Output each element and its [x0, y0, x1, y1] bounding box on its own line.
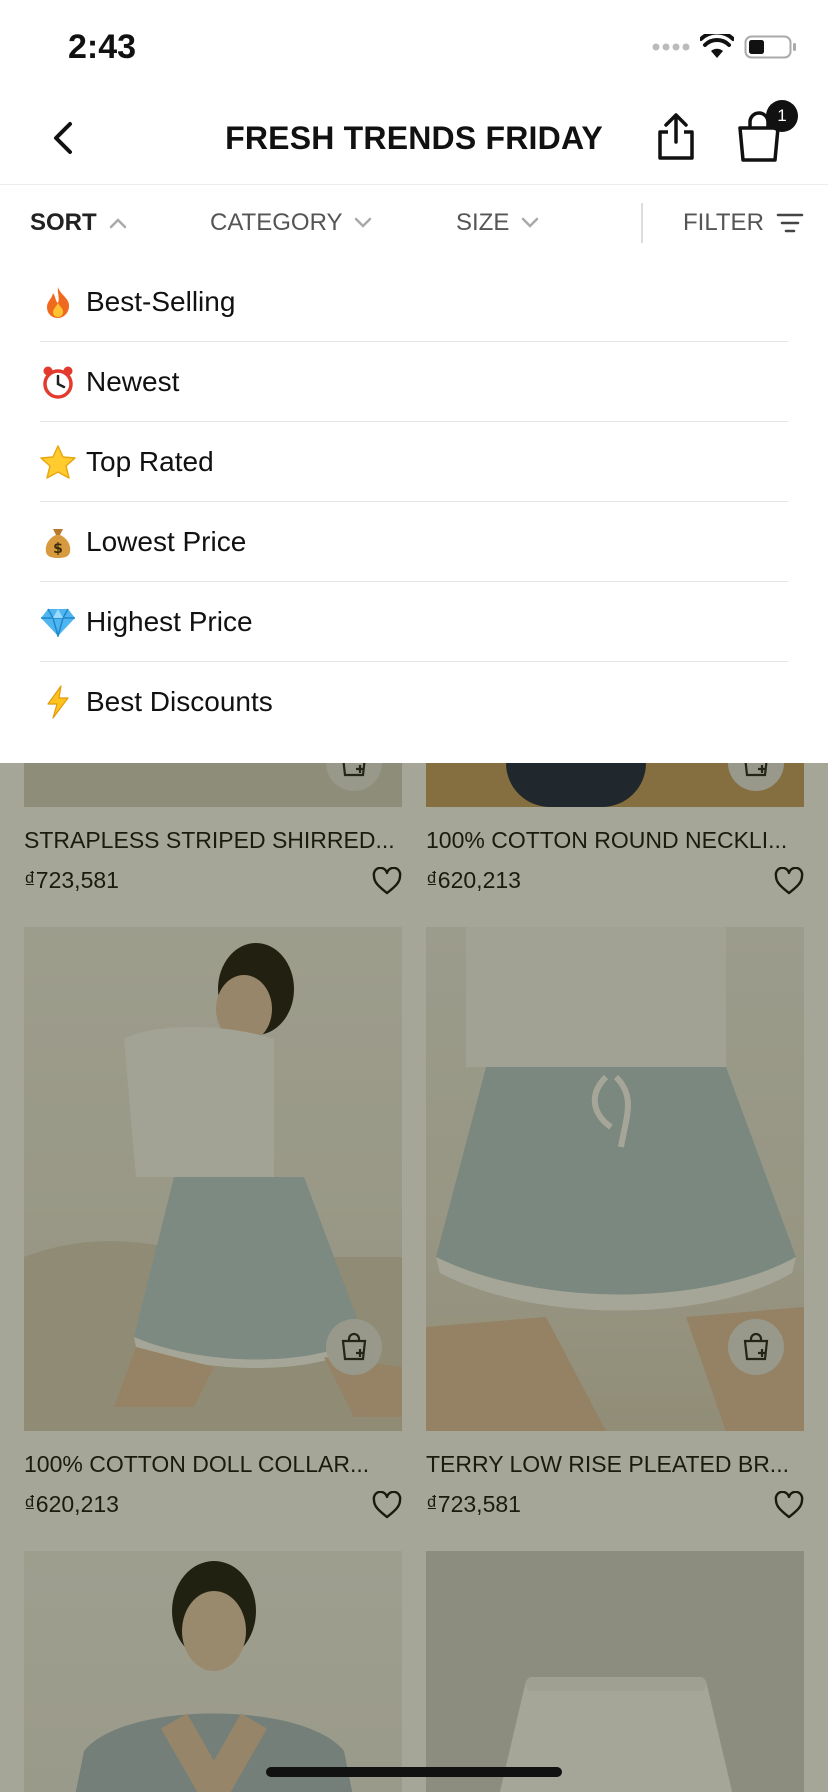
add-to-cart-button[interactable] [728, 1319, 784, 1375]
wifi-icon [700, 34, 734, 58]
sort-option-top-rated[interactable]: Top Rated [40, 423, 788, 502]
cart-count-badge: 1 [766, 100, 798, 132]
size-dropdown[interactable]: SIZE [456, 209, 539, 237]
money-bag-icon: $ [40, 524, 76, 560]
product-price: ₫620,213 [426, 867, 521, 893]
add-to-bag-icon [744, 763, 768, 777]
product-price: ₫723,581 [426, 1491, 521, 1517]
chevron-down-icon [355, 217, 372, 228]
add-to-cart-button[interactable] [326, 1319, 382, 1375]
product-name[interactable]: 100% COTTON DOLL COLLAR... [24, 1451, 404, 1478]
battery-icon [744, 35, 796, 59]
page-title: FRESH TRENDS FRIDAY [225, 120, 603, 156]
star-icon [40, 444, 76, 480]
sort-option-best-selling[interactable]: Best-Selling [40, 263, 788, 342]
sort-menu: Best-Selling Newest Top Rated $ Lowest P… [0, 263, 828, 763]
sort-option-highest-price[interactable]: Highest Price [40, 583, 788, 662]
filter-bar: SORT CATEGORY SIZE FILTER [0, 185, 828, 263]
product-price: ₫620,213 [24, 1491, 119, 1517]
sort-option-newest[interactable]: Newest [40, 343, 788, 422]
filter-divider [641, 203, 643, 243]
heart-icon[interactable] [372, 867, 402, 895]
chevron-down-icon [522, 217, 539, 228]
filter-lines-icon [776, 213, 804, 233]
heart-icon[interactable] [774, 1491, 804, 1519]
nav-bar: FRESH TRENDS FRIDAY 1 [0, 92, 828, 185]
alarm-clock-icon [40, 364, 76, 400]
lightning-icon [40, 684, 76, 720]
status-icons [652, 34, 798, 60]
status-bar: 2:43 [0, 0, 828, 92]
share-icon[interactable] [652, 112, 700, 162]
sort-option-label: Best-Selling [86, 286, 236, 317]
signal-icon [652, 43, 690, 51]
home-indicator [266, 1767, 562, 1777]
add-to-bag-icon [341, 1332, 367, 1361]
svg-text:$: $ [53, 541, 63, 557]
filter-label: FILTER [683, 209, 764, 236]
gem-icon [40, 604, 76, 640]
filter-button[interactable]: FILTER [683, 209, 804, 237]
size-label: SIZE [456, 209, 510, 236]
category-label: CATEGORY [210, 209, 343, 236]
product-name[interactable]: TERRY LOW RISE PLEATED BR... [426, 1451, 806, 1478]
product-image[interactable] [24, 1551, 402, 1792]
product-price: ₫723,581 [24, 867, 119, 893]
add-to-bag-icon [342, 763, 366, 777]
sort-option-lowest-price[interactable]: $ Lowest Price [40, 503, 788, 582]
add-to-bag-icon [743, 1332, 769, 1361]
sort-option-label: Lowest Price [86, 526, 247, 557]
sort-option-label: Newest [86, 366, 180, 397]
sort-option-label: Best Discounts [86, 686, 273, 717]
sort-option-best-discounts[interactable]: Best Discounts [40, 663, 788, 741]
product-image[interactable] [426, 1551, 804, 1792]
sort-option-label: Top Rated [86, 446, 214, 477]
sort-option-label: Highest Price [86, 606, 253, 637]
product-photo [499, 1677, 733, 1792]
product-photo [75, 1561, 353, 1792]
product-name[interactable]: STRAPLESS STRIPED SHIRRED... [24, 827, 404, 854]
heart-icon[interactable] [372, 1491, 402, 1519]
heart-icon[interactable] [774, 867, 804, 895]
product-grid: STRAPLESS STRIPED SHIRRED... ₫723,581 10… [0, 763, 828, 1792]
sort-dropdown[interactable]: SORT [30, 209, 127, 237]
cart-button[interactable]: 1 [734, 100, 798, 164]
category-dropdown[interactable]: CATEGORY [210, 209, 372, 237]
status-time: 2:43 [68, 28, 137, 66]
product-name[interactable]: 100% COTTON ROUND NECKLI... [426, 827, 806, 854]
sort-label: SORT [30, 209, 97, 236]
fire-icon [40, 284, 76, 320]
chevron-up-icon [109, 218, 126, 229]
